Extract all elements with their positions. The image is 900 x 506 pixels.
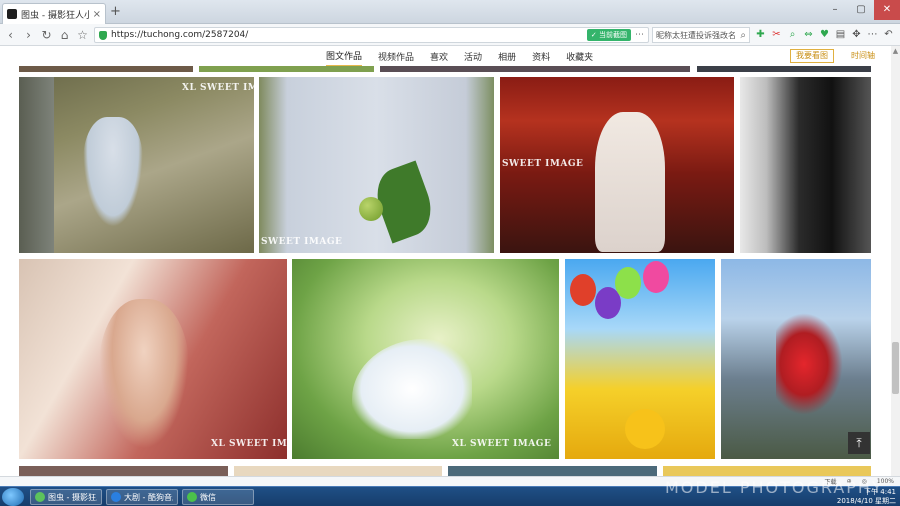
tab-albums[interactable]: 相册 bbox=[498, 46, 516, 66]
photo-watermark: XL SWEET IMAGE bbox=[211, 439, 287, 449]
start-button[interactable] bbox=[2, 488, 24, 506]
scissors-icon[interactable]: ✂ bbox=[770, 27, 783, 43]
search-input[interactable]: 昵称太狂遭投诉强改名 ⌕ bbox=[652, 27, 750, 43]
more-icon[interactable]: ⋯ bbox=[635, 30, 644, 40]
photo-strip[interactable] bbox=[19, 466, 228, 476]
tab-events[interactable]: 活动 bbox=[464, 46, 482, 66]
maximize-button[interactable]: ▢ bbox=[848, 0, 874, 20]
toolbar: ✚ ✂ ⌕ ⇔ ♥ ▤ ✥ ⋯ ↶ ⋮ bbox=[754, 27, 900, 43]
bookmark-star-icon[interactable]: ☆ bbox=[75, 27, 90, 43]
photo-girl-calligraphy[interactable]: SWEET IMAGE bbox=[500, 77, 734, 253]
photo-strip[interactable] bbox=[380, 66, 690, 72]
taskbar-kugou[interactable]: 大剧 - 酷狗音乐 ... bbox=[106, 489, 178, 505]
url-text[interactable]: https://tuchong.com/2587204/ bbox=[111, 30, 583, 40]
url-field[interactable]: https://tuchong.com/2587204/ ✓ 当前截图 ⋯ bbox=[94, 27, 649, 43]
extensions-icon[interactable]: ✥ bbox=[850, 27, 863, 43]
profile-subnav: 图文作品 视频作品 喜欢 活动 相册 资料 收藏夹 我要看图 时间轴 bbox=[0, 46, 890, 67]
photo-white-dress-meadow[interactable]: XL SWEET IMAGE bbox=[292, 259, 559, 459]
secure-shield-icon bbox=[99, 30, 107, 40]
search-icon[interactable]: ⌕ bbox=[740, 30, 746, 41]
screenshot-chip[interactable]: ✓ 当前截图 bbox=[586, 29, 631, 41]
tab-videos[interactable]: 视频作品 bbox=[378, 46, 414, 66]
taskbar-wechat[interactable]: 微信 bbox=[182, 489, 254, 505]
tuchong-favicon-icon bbox=[7, 9, 17, 19]
taskbar-label: 大剧 - 酷狗音乐 ... bbox=[124, 492, 173, 502]
photo-watermark: SWEET IMAGE bbox=[261, 237, 343, 247]
tab-close-icon[interactable]: × bbox=[93, 9, 101, 20]
address-bar: ‹ › ↻ ⌂ ☆ https://tuchong.com/2587204/ ✓… bbox=[0, 24, 900, 46]
more-tools-icon[interactable]: ⋯ bbox=[866, 27, 879, 43]
browser-app-icon bbox=[35, 492, 45, 502]
photo-pole-dancer[interactable] bbox=[721, 259, 871, 459]
new-tab-button[interactable]: + bbox=[110, 4, 121, 20]
tab-likes[interactable]: 喜欢 bbox=[430, 46, 448, 66]
photo-strip[interactable] bbox=[234, 466, 442, 476]
photo-girl-at-table[interactable]: XL SWEET IMAGE bbox=[19, 259, 287, 459]
photo-strip[interactable] bbox=[199, 66, 374, 72]
scroll-thumb[interactable] bbox=[892, 342, 899, 394]
search-text[interactable]: 昵称太狂遭投诉强改名 bbox=[656, 30, 740, 41]
view-photos-button[interactable]: 我要看图 bbox=[790, 49, 834, 63]
photo-watermark: SWEET IMAGE bbox=[502, 159, 584, 169]
clock-date: 2018/4/10 星期二 bbox=[836, 497, 896, 505]
tab-profile[interactable]: 资料 bbox=[532, 46, 550, 66]
wechat-app-icon bbox=[187, 492, 197, 502]
back-button[interactable]: ‹ bbox=[3, 27, 18, 43]
undo-icon[interactable]: ↶ bbox=[882, 27, 895, 43]
page-scrollbar[interactable]: ▲ ▼ bbox=[891, 46, 900, 486]
zoom-icon[interactable]: ⌕ bbox=[786, 27, 799, 43]
photo-watermark: XL SWEET IMAGE bbox=[182, 83, 254, 93]
photo-strip[interactable] bbox=[19, 66, 193, 72]
taskbar-label: 微信 bbox=[200, 492, 216, 502]
photo-strip[interactable] bbox=[663, 466, 871, 476]
tab-works[interactable]: 图文作品 bbox=[326, 46, 363, 67]
sidebar-icon[interactable]: ▤ bbox=[834, 27, 847, 43]
add-tool-icon[interactable]: ✚ bbox=[754, 27, 767, 43]
kugou-app-icon bbox=[111, 492, 121, 502]
photo-hands-holding-fruit[interactable]: SWEET IMAGE bbox=[259, 77, 494, 253]
minimize-button[interactable]: – bbox=[822, 0, 848, 20]
page-content: 图文作品 视频作品 喜欢 活动 相册 资料 收藏夹 我要看图 时间轴 XL SW… bbox=[0, 46, 890, 486]
close-window-button[interactable]: ✕ bbox=[874, 0, 900, 20]
browser-tab[interactable]: 图虫 - 摄影狂人小童童 - 图虫网 × bbox=[2, 3, 106, 24]
taskbar-label: 图虫 - 摄影狂人... bbox=[48, 492, 97, 502]
sync-icon[interactable]: ⇔ bbox=[802, 27, 815, 43]
overlay-watermark: MODEL PHOTOGRAPHY bbox=[665, 478, 884, 497]
photo-balloons-sunflowers[interactable] bbox=[565, 259, 715, 459]
tab-bar: 图虫 - 摄影狂人小童童 - 图虫网 × + – ▢ ✕ bbox=[0, 0, 900, 24]
favorite-icon[interactable]: ♥ bbox=[818, 27, 831, 43]
window-controls: – ▢ ✕ bbox=[822, 0, 900, 24]
photo-strip[interactable] bbox=[697, 66, 871, 72]
photo-strip[interactable] bbox=[448, 466, 657, 476]
forward-button[interactable]: › bbox=[21, 27, 36, 43]
photo-girl-by-tree[interactable]: XL SWEET IMAGE bbox=[19, 77, 254, 253]
reload-button[interactable]: ↻ bbox=[39, 27, 54, 43]
taskbar-browser[interactable]: 图虫 - 摄影狂人... bbox=[30, 489, 102, 505]
tab-favorites[interactable]: 收藏夹 bbox=[566, 46, 593, 66]
timeline-link[interactable]: 时间轴 bbox=[851, 50, 875, 61]
photo-black-dress[interactable] bbox=[740, 77, 871, 253]
home-button[interactable]: ⌂ bbox=[57, 27, 72, 43]
back-to-top-button[interactable]: ⤒ bbox=[848, 432, 870, 454]
tab-title: 图虫 - 摄影狂人小童童 - 图虫网 bbox=[21, 10, 89, 21]
photo-watermark: XL SWEET IMAGE bbox=[452, 439, 552, 449]
scroll-up-icon[interactable]: ▲ bbox=[891, 46, 900, 56]
